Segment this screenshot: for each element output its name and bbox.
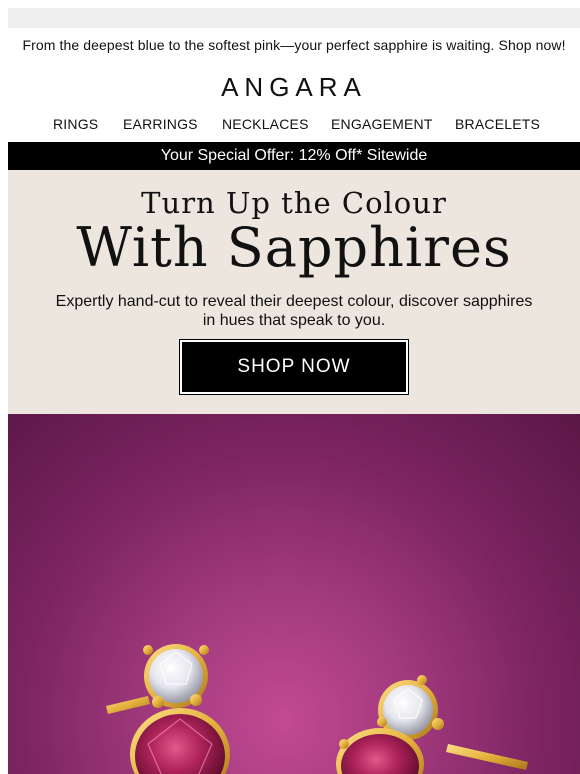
main-nav: RINGS EARRINGS NECKLACES ENGAGEMENT BRAC… bbox=[8, 116, 580, 136]
right-earring bbox=[336, 675, 528, 774]
left-earring bbox=[106, 644, 230, 774]
product-image[interactable] bbox=[8, 414, 580, 774]
hero-subtitle: Turn Up the Colour bbox=[141, 186, 447, 220]
nav-item-necklaces[interactable]: NECKLACES bbox=[222, 116, 309, 132]
preheader-text: From the deepest blue to the softest pin… bbox=[22, 37, 566, 53]
earrings-illustration bbox=[106, 644, 528, 774]
nav-item-rings[interactable]: RINGS bbox=[53, 116, 98, 132]
shop-now-button[interactable]: SHOP NOW bbox=[180, 340, 408, 394]
nav-item-earrings[interactable]: EARRINGS bbox=[123, 116, 198, 132]
special-offer-banner[interactable]: Your Special Offer: 12% Off* Sitewide bbox=[8, 142, 580, 170]
brand-logo[interactable]: ANGARA bbox=[8, 72, 580, 103]
hero-section: Turn Up the Colour With Sapphires Expert… bbox=[8, 170, 580, 414]
nav-item-bracelets[interactable]: BRACELETS bbox=[455, 116, 540, 132]
hero-description: Expertly hand-cut to reveal their deepes… bbox=[55, 293, 533, 329]
hero-title: With Sapphires bbox=[76, 216, 512, 279]
top-spacer-bar bbox=[8, 8, 580, 28]
nav-item-engagement[interactable]: ENGAGEMENT bbox=[331, 116, 433, 132]
